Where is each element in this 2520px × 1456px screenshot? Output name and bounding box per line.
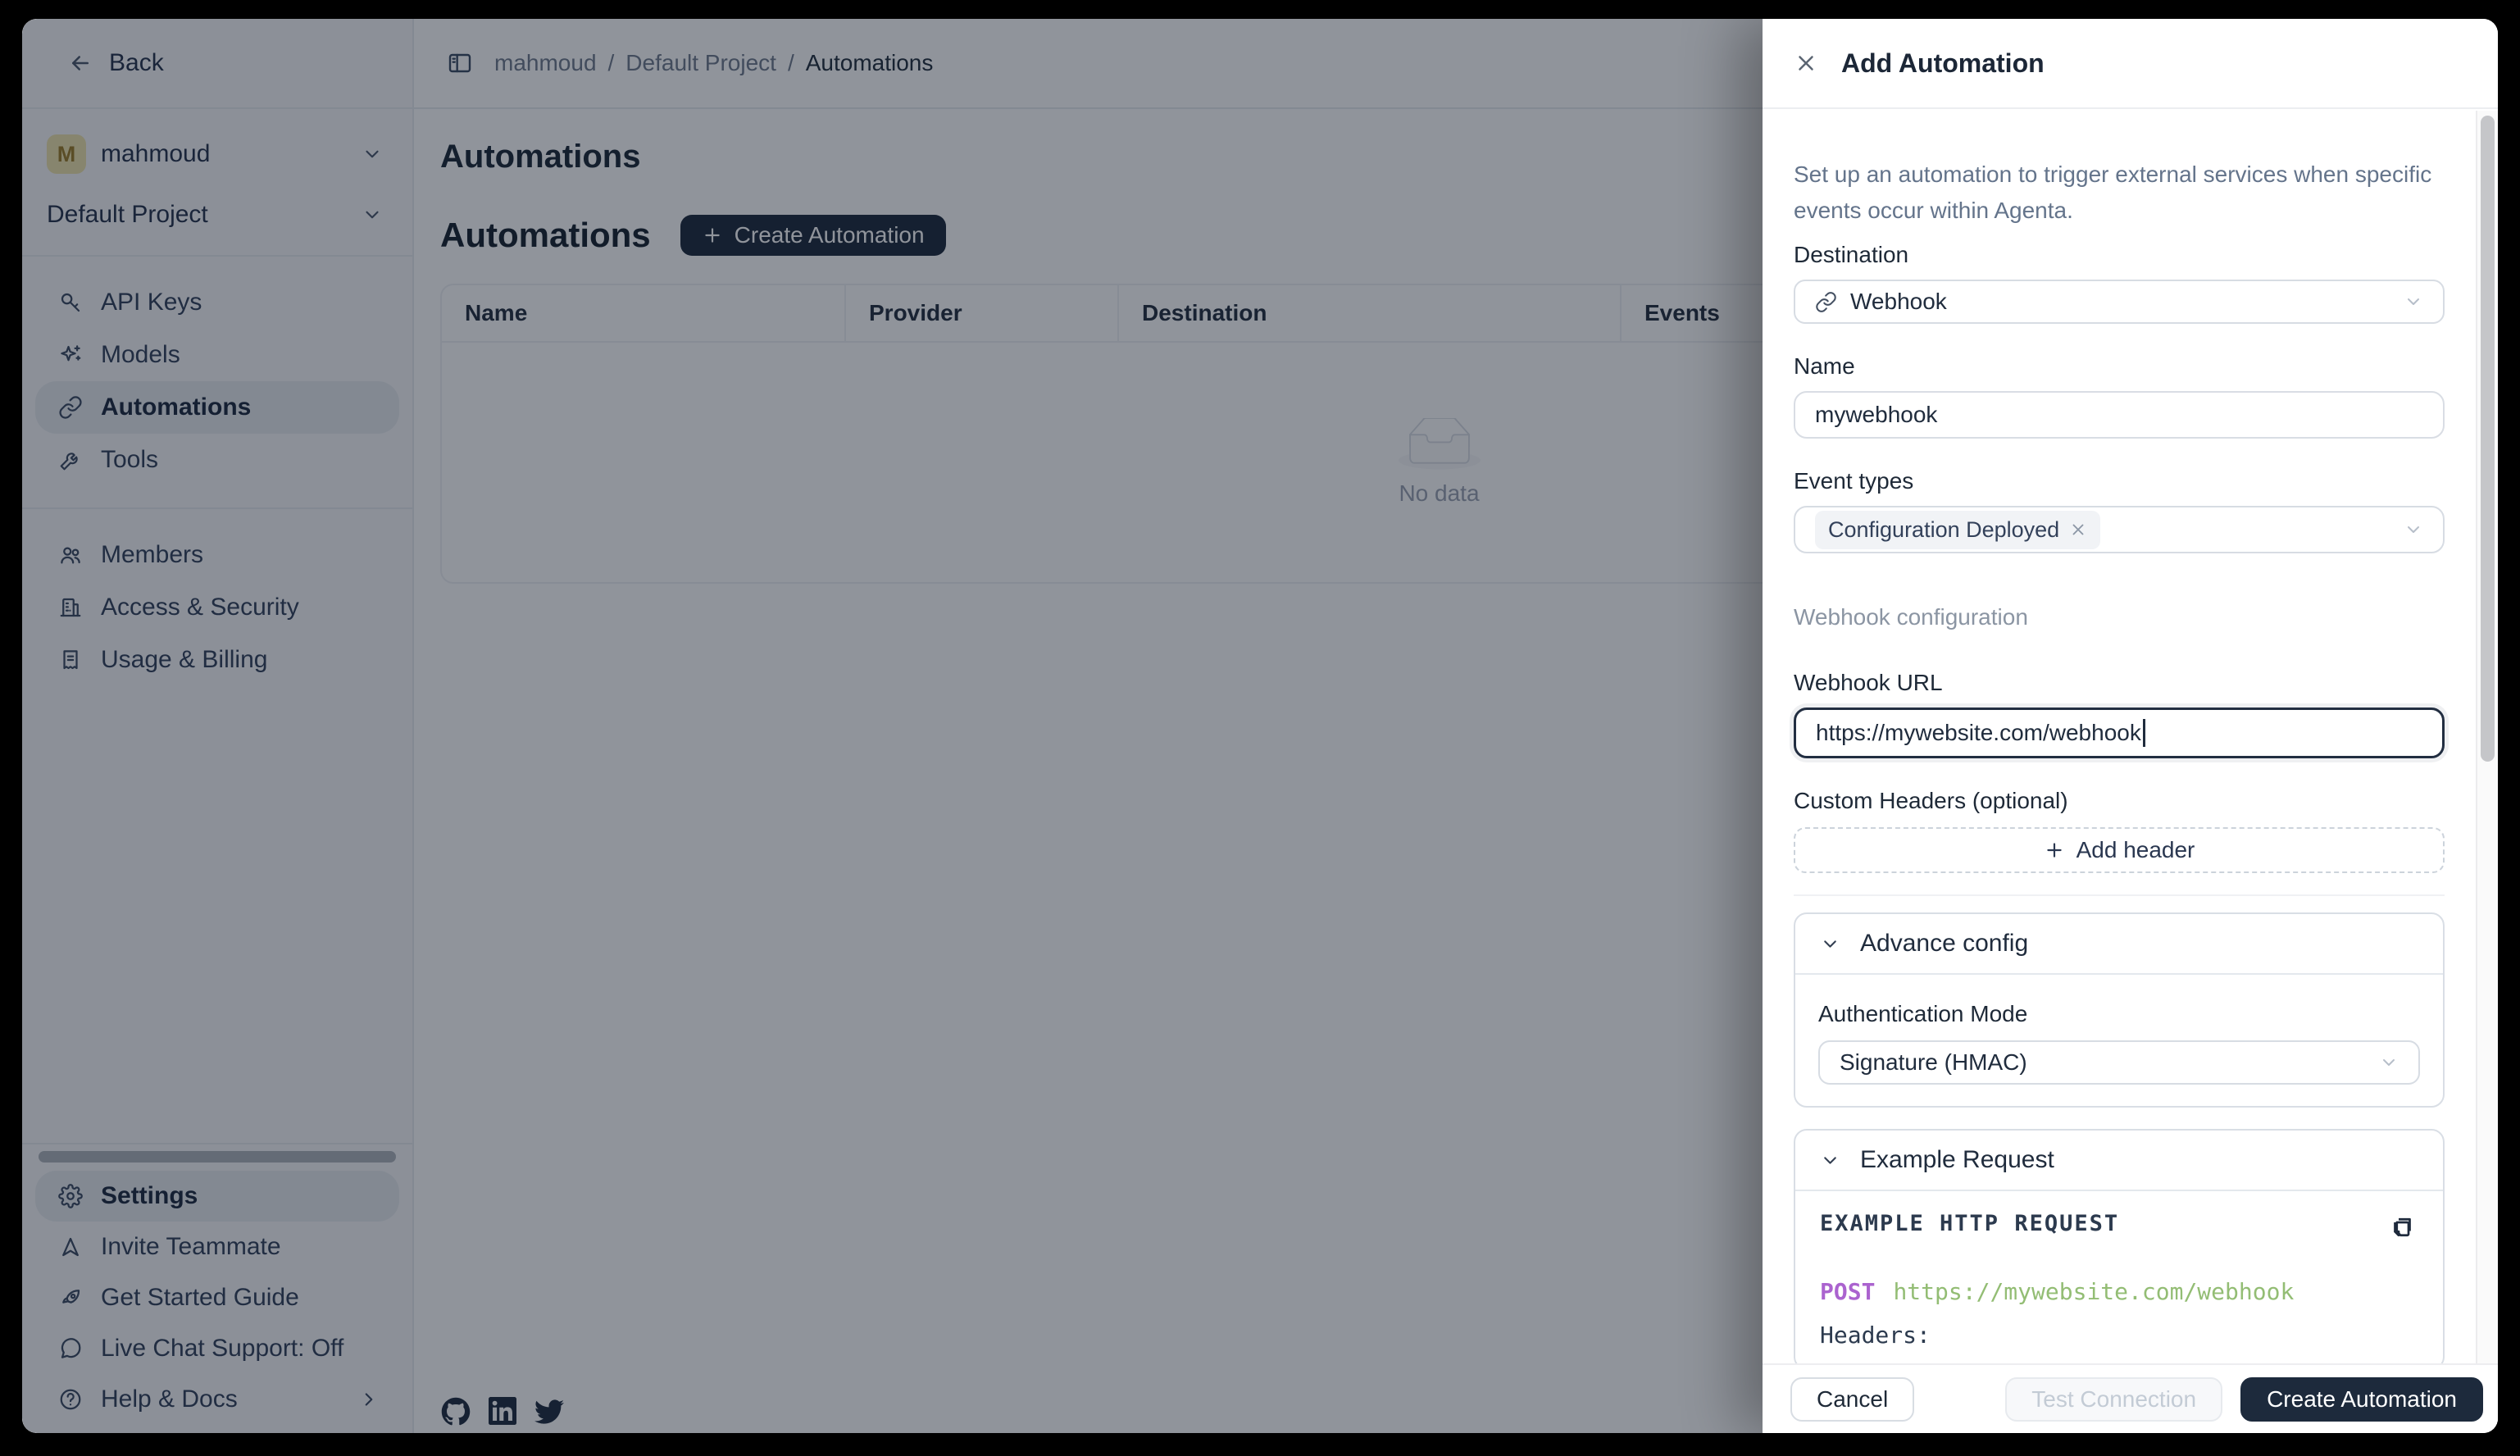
example-request-body: EXAMPLE HTTP REQUEST POST https://mywebsi…: [1795, 1191, 2443, 1363]
event-type-tag-label: Configuration Deployed: [1828, 517, 2059, 543]
text-cursor: [2143, 719, 2145, 747]
authentication-mode-select[interactable]: Signature (HMAC): [1818, 1040, 2420, 1085]
webhook-configuration-heading: Webhook configuration: [1794, 604, 2445, 632]
divider: [1794, 894, 2445, 896]
http-url: https://mywebsite.com/webhook: [1893, 1278, 2294, 1305]
event-types-label: Event types: [1794, 468, 2445, 496]
name-input[interactable]: mywebhook: [1794, 391, 2445, 439]
drawer-footer: Cancel Test Connection Create Automation: [1763, 1363, 2498, 1433]
clipped-code-line: Headers:: [1820, 1322, 2418, 1349]
event-type-tag: Configuration Deployed: [1815, 511, 2100, 549]
test-connection-button[interactable]: Test Connection: [2005, 1377, 2222, 1422]
close-icon[interactable]: [1794, 51, 1818, 75]
advance-config-panel: Advance config Authentication Mode Signa…: [1794, 912, 2445, 1108]
drawer-body: Set up an automation to trigger external…: [1763, 111, 2476, 1363]
copy-icon[interactable]: [2389, 1213, 2418, 1242]
tag-close-icon[interactable]: [2069, 521, 2087, 539]
chevron-down-icon: [2404, 292, 2423, 312]
destination-value: Webhook: [1850, 289, 1947, 315]
plus-icon: [2044, 839, 2065, 861]
event-types-select[interactable]: Configuration Deployed: [1794, 506, 2445, 553]
add-header-label: Add header: [2076, 837, 2195, 863]
name-value: mywebhook: [1815, 402, 1937, 428]
cancel-button[interactable]: Cancel: [1790, 1377, 1914, 1422]
name-label: Name: [1794, 353, 2445, 381]
advance-config-body: Authentication Mode Signature (HMAC): [1795, 975, 2443, 1106]
webhook-url-input[interactable]: https://mywebsite.com/webhook: [1794, 708, 2445, 758]
webhook-url-label: Webhook URL: [1794, 670, 2445, 698]
destination-label: Destination: [1794, 242, 2445, 270]
example-request-header[interactable]: Example Request: [1795, 1131, 2443, 1191]
advance-config-header[interactable]: Advance config: [1795, 914, 2443, 975]
custom-headers-label: Custom Headers (optional): [1794, 788, 2445, 816]
add-header-button[interactable]: Add header: [1794, 827, 2445, 873]
desktop-background: Back M mahmoud Default Project: [0, 0, 2520, 1456]
create-automation-submit-button[interactable]: Create Automation: [2240, 1377, 2483, 1422]
destination-select[interactable]: Webhook: [1794, 280, 2445, 324]
example-request-title: Example Request: [1860, 1146, 2054, 1174]
http-method: POST: [1820, 1278, 1875, 1305]
webhook-url-value: https://mywebsite.com/webhook: [1816, 720, 2141, 746]
chevron-down-icon: [2404, 520, 2423, 539]
drawer-header: Add Automation: [1763, 19, 2498, 109]
add-automation-drawer: Add Automation Set up an automation to t…: [1763, 19, 2498, 1433]
drawer-description: Set up an automation to trigger external…: [1794, 157, 2433, 229]
chevron-down-icon: [2379, 1053, 2399, 1072]
authentication-mode-value: Signature (HMAC): [1840, 1049, 2027, 1076]
chevron-down-icon: [1820, 1150, 1840, 1171]
advance-config-title: Advance config: [1860, 930, 2028, 958]
chevron-down-icon: [1820, 934, 1840, 954]
authentication-mode-label: Authentication Mode: [1818, 1001, 2420, 1029]
drawer-title: Add Automation: [1841, 48, 2045, 79]
code-heading: EXAMPLE HTTP REQUEST: [1820, 1211, 2119, 1236]
example-request-panel: Example Request EXAMPLE HTTP REQUEST POS…: [1794, 1129, 2445, 1363]
drawer-scrollbar-track[interactable]: [2476, 111, 2498, 1363]
drawer-scrollbar-thumb[interactable]: [2481, 116, 2495, 762]
link-icon: [1815, 291, 1837, 313]
